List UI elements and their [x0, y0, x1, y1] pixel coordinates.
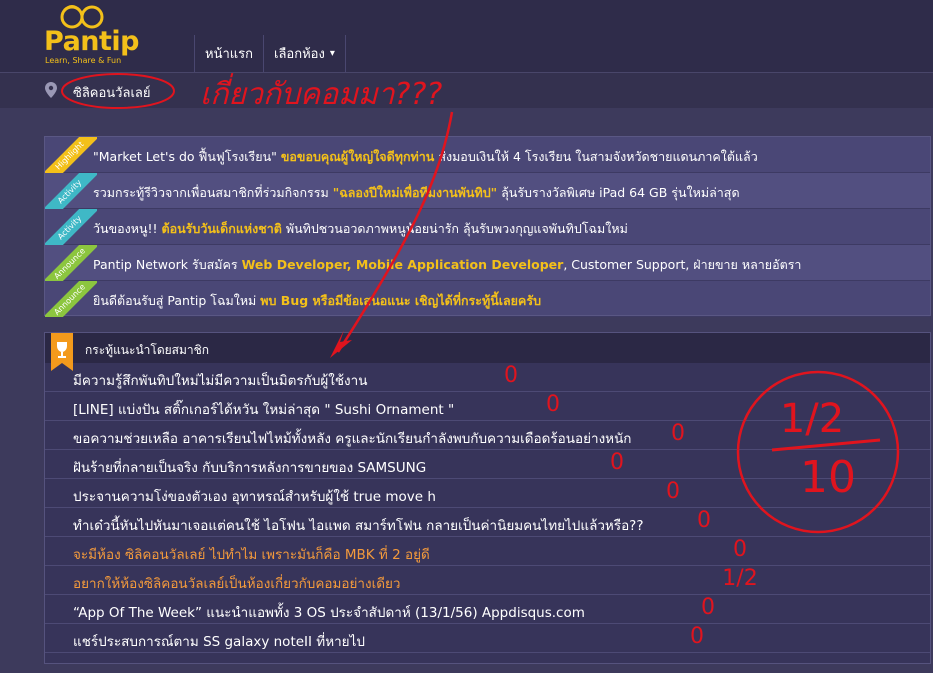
announcement-text-part: ลุ้นรับรางวัลพิเศษ iPad 64 GB รุ่นใหม่ล่… [497, 185, 740, 200]
announcement-text-part: , Customer Support, ฝ่ายขาย หลายอัตรา [563, 257, 802, 272]
recommended-title: กระทู้แนะนำโดยสมาชิก [85, 343, 210, 357]
announcement-text-part: Pantip Network รับสมัคร [93, 257, 242, 272]
chevron-down-icon: ▾ [329, 48, 335, 59]
announcement-text[interactable]: ยินดีต้อนรับสู่ Pantip โฉมใหม่ พบ Bug หร… [93, 291, 541, 311]
announcement-row[interactable]: Announce Pantip Network รับสมัคร Web Deve… [45, 245, 930, 281]
recommended-topic-link[interactable]: [LINE] แบ่งปัน สติ๊กเกอร์ได้หวัน ใหม่ล่า… [73, 398, 454, 420]
recommended-topic-row[interactable]: มีความรู้สึกพันทิปใหม่ไม่มีความเป็นมิตรก… [45, 363, 930, 392]
nav-home-label: หน้าแรก [205, 47, 253, 62]
breadcrumb-room[interactable]: ซิลิคอนวัลเลย์ [73, 82, 150, 103]
nav-select-room-label: เลือกห้อง [274, 47, 325, 62]
recommended-topic-row[interactable]: จะมีห้อง ซิลิคอนวัลเลย์ ไปทำไม เพราะมันก… [45, 537, 930, 566]
recommended-topic-link[interactable]: “App Of The Week” แนะนำแอพทั้ง 3 OS ประจ… [73, 601, 585, 623]
announcement-tag: Highlight [45, 137, 97, 173]
announcement-row[interactable]: Announce ยินดีต้อนรับสู่ Pantip โฉมใหม่ พ… [45, 281, 930, 317]
breadcrumb: ซิลิคอนวัลเลย์ [0, 72, 933, 108]
announcement-tag-label: Activity [45, 209, 97, 245]
announcement-row[interactable]: Highlight "Market Let's do ฟื้นฟูโรงเรียน… [45, 137, 930, 173]
announcement-highlight: ขอขอบคุณผู้ใหญ่ใจดีทุกท่าน [280, 149, 435, 164]
announcement-text-part: รวมกระทู้รีวิวจากเพื่อนสมาชิกที่ร่วมกิจก… [93, 185, 333, 200]
recommended-topic-row[interactable]: ฝันร้ายที่กลายเป็นจริง กับบริการหลังการข… [45, 450, 930, 479]
nav-home-tab[interactable]: หน้าแรก [195, 35, 264, 72]
recommended-topic-row[interactable]: แชร์ประสบการณ์ตาม SS galaxy noteII ที่หา… [45, 624, 930, 653]
recommended-topic-row[interactable]: อยากให้ห้องซิลิคอนวัลเลย์เป็นห้องเกี่ยวก… [45, 566, 930, 595]
nav-select-room-tab[interactable]: เลือกห้อง ▾ [264, 35, 346, 72]
announcement-text[interactable]: วันของหนู!! ต้อนรับวันเด็กแห่งชาติ พันทิ… [93, 219, 628, 239]
announcement-tag-label: Highlight [45, 137, 97, 173]
recommended-header: กระทู้แนะนำโดยสมาชิก [45, 333, 930, 371]
announcement-highlight: "ฉลองปีใหม่เพื่อทีมงานพันทิป" [332, 185, 498, 200]
logo-word: Pantip [44, 26, 140, 57]
top-bar: Pantip Learn, Share & Fun หน้าแรก เลือกห… [0, 0, 933, 72]
announcement-tag: Announce [45, 245, 97, 281]
recommended-topic-link[interactable]: ประจานความโง่ของตัวเอง อุทาหรณ์สำหรับผู้… [73, 485, 436, 507]
main-nav: หน้าแรก เลือกห้อง ▾ [194, 35, 346, 72]
recommended-topic-link[interactable]: มีความรู้สึกพันทิปใหม่ไม่มีความเป็นมิตรก… [73, 369, 367, 391]
announcement-text-part: วันของหนู!! [93, 221, 162, 236]
recommended-topic-row[interactable]: ขอความช่วยเหลือ อาคารเรียนไฟไหม้ทั้งหลัง… [45, 421, 930, 450]
announcement-tag-label: Activity [45, 173, 97, 209]
announcement-highlight: Web Developer, Mobile Application Develo… [241, 257, 564, 272]
recommended-topic-row[interactable]: [LINE] แบ่งปัน สติ๊กเกอร์ได้หวัน ใหม่ล่า… [45, 392, 930, 421]
announcement-tag: Activity [45, 173, 97, 209]
announcement-highlight: ต้อนรับวันเด็กแห่งชาติ [161, 221, 282, 236]
recommended-topic-link[interactable]: ฝันร้ายที่กลายเป็นจริง กับบริการหลังการข… [73, 456, 426, 478]
recommended-topics-panel: กระทู้แนะนำโดยสมาชิก มีความรู้สึกพันทิปใ… [44, 332, 931, 664]
recommended-topic-link[interactable]: จะมีห้อง ซิลิคอนวัลเลย์ ไปทำไม เพราะมันก… [73, 543, 430, 565]
announcement-tag-label: Announce [45, 245, 97, 281]
announcement-tag: Announce [45, 281, 97, 317]
announcement-row[interactable]: Activity รวมกระทู้รีวิวจากเพื่อนสมาชิกที่… [45, 173, 930, 209]
recommended-topic-row[interactable]: ทำเด๋วนี้หันไปหันมาเจอแต่คนใช้ ไอโฟน ไอแ… [45, 508, 930, 537]
recommended-topic-link[interactable]: ทำเด๋วนี้หันไปหันมาเจอแต่คนใช้ ไอโฟน ไอแ… [73, 514, 644, 536]
pantip-logo[interactable]: Pantip Learn, Share & Fun [44, 4, 154, 66]
announcement-panel: Highlight "Market Let's do ฟื้นฟูโรงเรียน… [44, 136, 931, 317]
announcement-tag-label: Announce [45, 281, 97, 317]
logo-tagline: Learn, Share & Fun [45, 56, 122, 65]
announcement-text-part: "Market Let's do ฟื้นฟูโรงเรียน" [93, 149, 281, 164]
announcement-text-part: พันทิปชวนอวดภาพหนูน้อยน่ารัก ลุ้นรับพวงก… [281, 221, 628, 236]
recommended-topic-row[interactable]: ประจานความโง่ของตัวเอง อุทาหรณ์สำหรับผู้… [45, 479, 930, 508]
recommended-topic-link[interactable]: อยากให้ห้องซิลิคอนวัลเลย์เป็นห้องเกี่ยวก… [73, 572, 400, 594]
announcement-text[interactable]: "Market Let's do ฟื้นฟูโรงเรียน" ขอขอบคุ… [93, 147, 758, 167]
recommended-topic-link[interactable]: ขอความช่วยเหลือ อาคารเรียนไฟไหม้ทั้งหลัง… [73, 427, 631, 449]
announcement-highlight: พบ Bug หรือมีข้อเสนอแนะ เชิญได้ที่กระทู้… [260, 293, 542, 308]
recommended-topic-row[interactable]: “App Of The Week” แนะนำแอพทั้ง 3 OS ประจ… [45, 595, 930, 624]
announcement-text-part: ยินดีต้อนรับสู่ Pantip โฉมใหม่ [93, 293, 261, 308]
announcement-text[interactable]: Pantip Network รับสมัคร Web Developer, M… [93, 255, 801, 275]
announcement-text-part: ส่งมอบเงินให้ 4 โรงเรียน ในสามจังหวัดชาย… [434, 149, 758, 164]
announcement-text[interactable]: รวมกระทู้รีวิวจากเพื่อนสมาชิกที่ร่วมกิจก… [93, 183, 740, 203]
announcement-row[interactable]: Activity วันของหนู!! ต้อนรับวันเด็กแห่งชา… [45, 209, 930, 245]
map-pin-icon [45, 82, 57, 98]
announcement-tag: Activity [45, 209, 97, 245]
recommended-topic-link[interactable]: แชร์ประสบการณ์ตาม SS galaxy noteII ที่หา… [73, 630, 365, 652]
